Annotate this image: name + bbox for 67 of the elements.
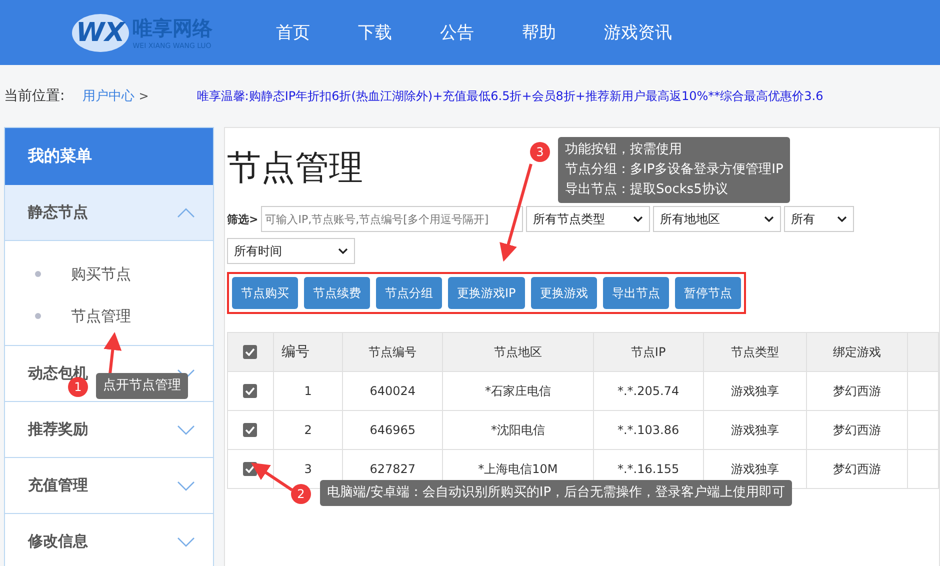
logo-mark: WX <box>72 14 129 52</box>
sidebar-title: 我的菜单 <box>5 128 213 185</box>
column-header: 节点IP <box>593 332 704 372</box>
nav-link[interactable]: 游戏资讯 <box>604 21 672 44</box>
table-cell: 梦幻西游 <box>806 410 908 450</box>
table-cell: *沈阳电信 <box>442 410 594 450</box>
action-button[interactable]: 节点购买 <box>232 277 298 309</box>
sidebar-group[interactable]: 充值管理 <box>5 458 213 514</box>
nav-link[interactable]: 下载 <box>358 21 392 44</box>
caret-icon <box>837 216 848 222</box>
bullet-icon <box>35 271 41 277</box>
filter-label: 筛选> <box>227 212 258 226</box>
select-dropdown[interactable]: 所有地地区 <box>653 206 782 232</box>
table-cell: 2 <box>273 410 343 450</box>
table-cell: *.*.103.86 <box>593 410 704 450</box>
select-all-checkbox[interactable] <box>243 345 258 360</box>
row-checkbox[interactable] <box>243 423 258 438</box>
column-header: 编号 <box>273 332 343 372</box>
table-cell: *石家庄电信 <box>442 372 594 410</box>
action-button[interactable]: 更换游戏 <box>530 277 597 309</box>
page-title: 节点管理 <box>227 147 363 190</box>
annotation-tooltip: 功能按钮，按需使用 节点分组：多IP多设备登录方便管理IP 导出节点：提取Socks5协议 <box>558 137 790 203</box>
breadcrumb-separator: > <box>138 89 149 103</box>
nav-link[interactable]: 首页 <box>276 21 310 44</box>
notice-text: 唯享温馨:购静态IP年折扣6折(热血江湖除外)+充值最低6.5折+会员8折+推荐新用户最高返10%**综合最高优惠价3.6 <box>196 88 824 104</box>
annotation-arrow <box>104 332 122 374</box>
sidebar-group[interactable]: 修改信息 <box>5 514 213 566</box>
row-checkbox[interactable] <box>243 384 258 398</box>
nav-link[interactable]: 帮助 <box>522 21 556 44</box>
sidebar-item[interactable]: 购买节点 <box>71 264 131 284</box>
action-button[interactable]: 更换游戏IP <box>448 277 525 309</box>
caret-icon <box>633 216 644 222</box>
action-button[interactable]: 导出节点 <box>602 277 669 309</box>
table-cell: 游戏独享 <box>703 372 806 410</box>
select-dropdown[interactable]: 所有时间 <box>227 238 355 264</box>
breadcrumb-label: 当前位置: <box>4 87 65 105</box>
chevron-icon <box>177 424 195 434</box>
caret-icon <box>764 216 774 222</box>
breadcrumb-link[interactable]: 用户中心 <box>82 87 135 105</box>
table-cell: 游戏独享 <box>703 410 806 450</box>
table-cell: 梦幻西游 <box>806 450 908 488</box>
column-header: 节点地区 <box>442 332 594 372</box>
annotation-arrow <box>251 462 293 492</box>
column-header: 节点类型 <box>703 332 806 372</box>
select-dropdown[interactable]: 所有节点类型 <box>526 206 650 232</box>
annotation-tooltip: 点开节点管理 <box>96 373 188 399</box>
chevron-icon <box>177 536 195 546</box>
bullet-icon <box>35 313 41 319</box>
action-button[interactable]: 暂停节点 <box>674 277 741 309</box>
select-dropdown[interactable]: 所有 <box>784 206 854 232</box>
sidebar-group[interactable]: 推荐奖励 <box>5 402 213 458</box>
caret-icon <box>338 248 348 254</box>
table-cell: 1 <box>273 372 343 410</box>
action-button[interactable]: 节点分组 <box>376 277 442 309</box>
column-header: 绑定游戏 <box>806 332 908 372</box>
search-field[interactable]: 可输入IP,节点账号,节点编号[多个用逗号隔开] <box>261 206 524 232</box>
table-cell: 640024 <box>342 372 442 410</box>
chevron-icon <box>177 208 195 218</box>
table-cell: 646965 <box>342 410 442 450</box>
sidebar-item[interactable]: 节点管理 <box>71 306 131 326</box>
sidebar-group[interactable]: 静态节点 <box>5 185 213 241</box>
chevron-icon <box>177 480 195 490</box>
column-header: 节点编号 <box>342 332 442 372</box>
table-cell: 梦幻西游 <box>806 372 908 410</box>
nav-link[interactable]: 公告 <box>440 21 474 44</box>
action-button[interactable]: 节点续费 <box>304 277 370 309</box>
table-cell: *.*.205.74 <box>593 372 704 410</box>
